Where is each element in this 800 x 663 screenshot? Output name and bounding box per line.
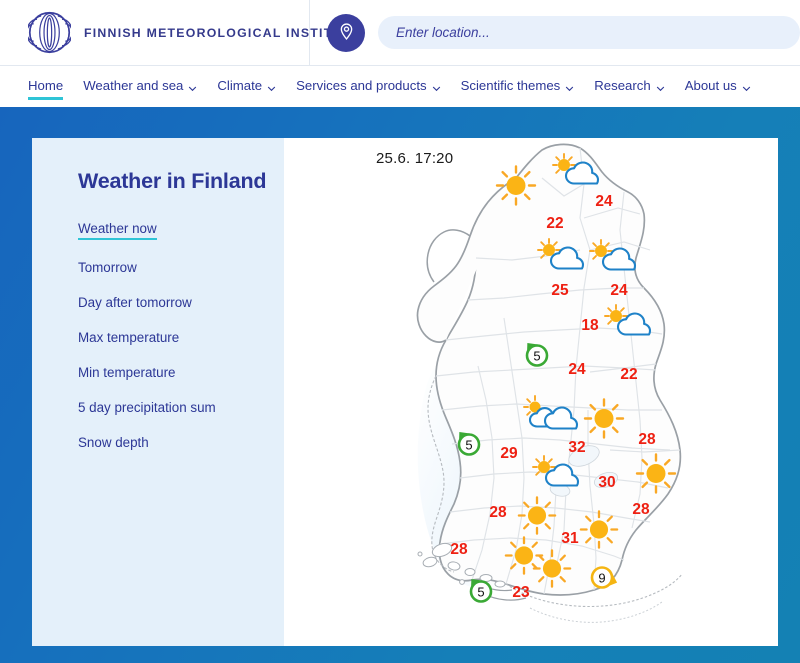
- temperature-label: 23: [512, 584, 530, 601]
- chevron-down-icon: [742, 81, 751, 92]
- temperature-label: 28: [632, 501, 650, 518]
- nav-label: Climate: [217, 78, 263, 93]
- sidebar-item-label: Day after tomorrow: [78, 295, 192, 310]
- wind-speed-label: 9: [598, 571, 605, 586]
- chevron-down-icon: [267, 81, 276, 92]
- page-title: Weather in Finland: [78, 169, 267, 193]
- weather-sidebar: Weather in Finland Weather now Tomorrow …: [32, 138, 284, 646]
- nav-item-home[interactable]: Home: [28, 78, 64, 100]
- temperature-label: 24: [568, 361, 586, 378]
- nav-label: Services and products: [296, 78, 427, 93]
- nav-label: Scientific themes: [460, 78, 561, 93]
- temperature-label: 28: [450, 541, 468, 558]
- location-pin-icon: [337, 22, 356, 44]
- sidebar-item-label: 5 day precipitation sum: [78, 400, 216, 415]
- partly-cloudy-icon: [587, 239, 641, 280]
- sun-icon: [531, 548, 573, 595]
- sidebar-item-max-temperature[interactable]: Max temperature: [78, 329, 284, 364]
- temperature-label: 22: [620, 366, 638, 383]
- fmi-circle-logo-icon: [26, 11, 73, 54]
- temperature-label: 22: [546, 215, 564, 232]
- location-pin-button[interactable]: [327, 13, 365, 52]
- nav-item-weather-and-sea[interactable]: Weather and sea: [83, 78, 197, 95]
- sidebar-item-label: Min temperature: [78, 365, 176, 380]
- temperature-label: 18: [581, 317, 599, 334]
- sun-icon: [582, 397, 626, 446]
- site-header: FINNISH METEOROLOGICAL INSTITUTE: [0, 0, 800, 66]
- temperature-label: 24: [595, 193, 613, 210]
- temperature-label: 31: [561, 530, 579, 547]
- weather-card: Weather in Finland Weather now Tomorrow …: [32, 138, 778, 646]
- wind-arrow-icon: 5: [452, 427, 486, 466]
- temperature-label: 28: [638, 431, 656, 448]
- nav-item-climate[interactable]: Climate: [217, 78, 276, 95]
- wind-speed-label: 5: [465, 438, 472, 453]
- chevron-down-icon: [432, 81, 441, 92]
- main-navigation: Home Weather and sea Climate Services an…: [0, 66, 800, 107]
- sidebar-item-label: Max temperature: [78, 330, 180, 345]
- brand-block[interactable]: FINNISH METEOROLOGICAL INSTITUTE: [0, 0, 360, 65]
- wind-arrow-icon: 5: [520, 338, 554, 377]
- nav-label: Weather and sea: [83, 78, 184, 93]
- finland-weather-map[interactable]: 25.6. 17:20 5 5 5 9 24 22 25 24 18 24 22…: [284, 138, 778, 646]
- sun-icon: [634, 452, 678, 501]
- search-zone: [310, 13, 800, 52]
- partly-cloudy-icon: [523, 395, 585, 438]
- temperature-label: 32: [568, 439, 586, 456]
- wind-arrow-icon: 9: [586, 561, 620, 600]
- chevron-down-icon: [656, 81, 665, 92]
- partly-cloudy-icon: [535, 238, 589, 279]
- temperature-label: 29: [500, 445, 518, 462]
- nav-label: Research: [594, 78, 651, 93]
- sidebar-item-tomorrow[interactable]: Tomorrow: [78, 259, 284, 294]
- temperature-label: 25: [551, 282, 569, 299]
- sidebar-item-weather-now[interactable]: Weather now: [78, 220, 284, 259]
- wind-arrow-icon: 5: [464, 574, 498, 613]
- partly-cloudy-icon: [530, 455, 584, 496]
- nav-item-research[interactable]: Research: [594, 78, 664, 95]
- nav-label: Home: [28, 78, 64, 93]
- temperature-label: 30: [598, 474, 616, 491]
- sidebar-list: Weather now Tomorrow Day after tomorrow …: [78, 220, 284, 469]
- partly-cloudy-icon: [550, 153, 604, 194]
- nav-item-about-us[interactable]: About us: [685, 78, 751, 95]
- sidebar-item-label: Tomorrow: [78, 260, 137, 275]
- sidebar-item-label: Weather now: [78, 221, 157, 240]
- location-search-input[interactable]: [378, 16, 800, 49]
- sidebar-item-snow-depth[interactable]: Snow depth: [78, 434, 284, 469]
- temperature-label: 24: [610, 282, 628, 299]
- nav-item-scientific-themes[interactable]: Scientific themes: [461, 78, 575, 95]
- sidebar-item-min-temperature[interactable]: Min temperature: [78, 364, 284, 399]
- sidebar-item-day-after-tomorrow[interactable]: Day after tomorrow: [78, 294, 284, 329]
- nav-label: About us: [684, 78, 737, 93]
- sidebar-item-label: Snow depth: [78, 435, 149, 450]
- sun-icon: [494, 164, 538, 213]
- sidebar-item-precipitation-sum[interactable]: 5 day precipitation sum: [78, 399, 284, 434]
- wind-speed-label: 5: [477, 585, 484, 600]
- partly-cloudy-icon: [602, 304, 656, 345]
- chevron-down-icon: [188, 81, 197, 92]
- wind-speed-label: 5: [533, 349, 540, 364]
- chevron-down-icon: [565, 81, 574, 92]
- nav-item-services-and-products[interactable]: Services and products: [296, 78, 440, 95]
- sun-icon: [578, 509, 620, 556]
- temperature-label: 28: [489, 504, 507, 521]
- page-stage: Weather in Finland Weather now Tomorrow …: [0, 107, 800, 663]
